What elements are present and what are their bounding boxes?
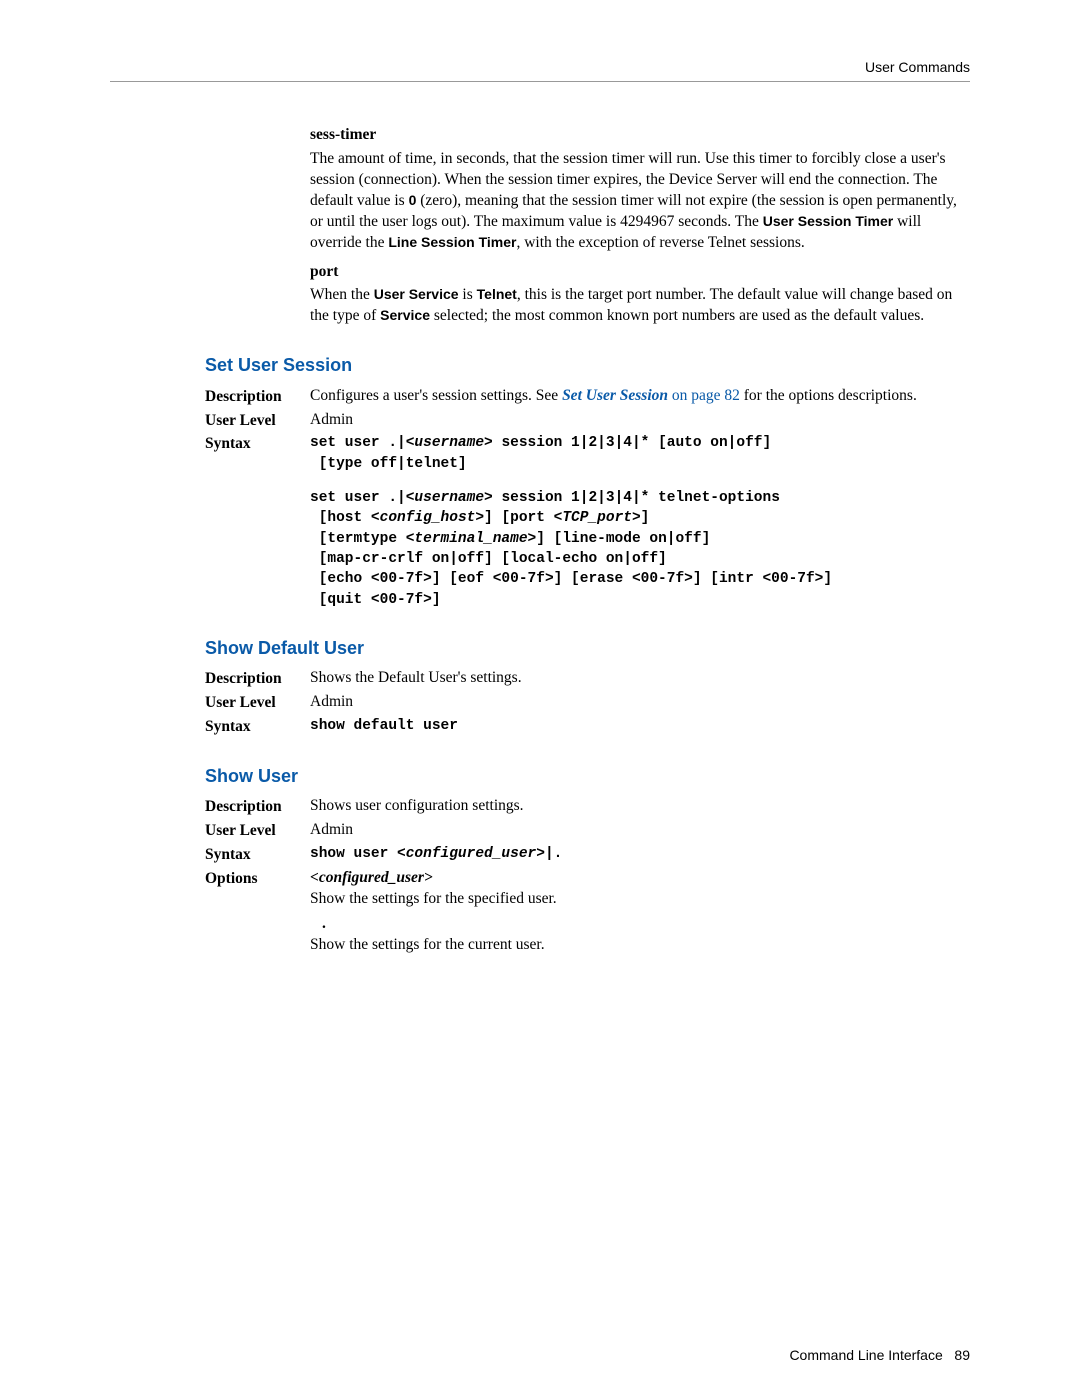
option-name: . bbox=[322, 914, 970, 935]
value-description: Shows the Default User's settings. bbox=[310, 668, 970, 689]
strong-text: User Session Timer bbox=[763, 213, 893, 229]
option-port: port When the User Service is Telnet, th… bbox=[310, 262, 970, 328]
value-user-level: Admin bbox=[310, 410, 970, 431]
text: is bbox=[459, 286, 477, 303]
heading-show-user: Show User bbox=[205, 764, 970, 788]
text: , with the exception of reverse Telnet s… bbox=[516, 234, 804, 251]
label-syntax: Syntax bbox=[205, 844, 310, 866]
label-user-level: User Level bbox=[205, 410, 310, 432]
value-options: <configured_user> Show the settings for … bbox=[310, 868, 970, 956]
value-syntax: set user .|<username> session 1|2|3|4|* … bbox=[310, 433, 970, 609]
spacer bbox=[310, 474, 970, 488]
option-body: When the User Service is Telnet, this is… bbox=[310, 285, 970, 327]
label-description: Description bbox=[205, 668, 310, 690]
cross-ref-link[interactable]: Set User Session bbox=[562, 387, 668, 404]
label-options: Options bbox=[205, 868, 310, 890]
option-text: Show the settings for the specified user… bbox=[310, 889, 970, 910]
option-title: sess-timer bbox=[310, 125, 970, 146]
value-syntax: show user <configured_user>|. bbox=[310, 844, 970, 864]
label-user-level: User Level bbox=[205, 692, 310, 714]
value-syntax: show default user bbox=[310, 716, 970, 736]
strong-text: Telnet bbox=[477, 286, 517, 302]
value-user-level: Admin bbox=[310, 692, 970, 713]
strong-text: User Service bbox=[374, 286, 459, 302]
syntax-code: show default user bbox=[310, 716, 970, 736]
def-table: Description Shows the Default User's set… bbox=[205, 668, 970, 738]
header-chapter: User Commands bbox=[865, 58, 970, 77]
option-body: The amount of time, in seconds, that the… bbox=[310, 149, 970, 254]
text: selected; the most common known port num… bbox=[430, 307, 924, 324]
option-title: port bbox=[310, 262, 970, 283]
option-name: <configured_user> bbox=[310, 868, 970, 889]
syntax-code: show user <configured_user>|. bbox=[310, 844, 970, 864]
option-text: Show the settings for the current user. bbox=[310, 935, 970, 956]
page: User Commands sess-timer The amount of t… bbox=[0, 0, 1080, 1397]
strong-text: Service bbox=[380, 307, 430, 323]
label-syntax: Syntax bbox=[205, 716, 310, 738]
label-user-level: User Level bbox=[205, 820, 310, 842]
footer-page: 89 bbox=[954, 1347, 970, 1363]
def-table: Description Shows user configuration set… bbox=[205, 796, 970, 955]
heading-show-default-user: Show Default User bbox=[205, 636, 970, 660]
label-description: Description bbox=[205, 386, 310, 408]
label-description: Description bbox=[205, 796, 310, 818]
text: for the options descriptions. bbox=[740, 387, 917, 404]
value-user-level: Admin bbox=[310, 820, 970, 841]
heading-set-user-session: Set User Session bbox=[205, 353, 970, 377]
def-table: Description Configures a user's session … bbox=[205, 386, 970, 610]
content-area: sess-timer The amount of time, in second… bbox=[205, 125, 970, 956]
value-description: Configures a user's session settings. Se… bbox=[310, 386, 970, 407]
text: When the bbox=[310, 286, 374, 303]
footer: Command Line Interface 89 bbox=[789, 1346, 970, 1365]
syntax-code-1: set user .|<username> session 1|2|3|4|* … bbox=[310, 433, 970, 474]
label-syntax: Syntax bbox=[205, 433, 310, 455]
strong-text: Line Session Timer bbox=[388, 234, 516, 250]
syntax-code-2: set user .|<username> session 1|2|3|4|* … bbox=[310, 488, 970, 610]
header-rule bbox=[110, 81, 970, 82]
cross-ref-page[interactable]: on page 82 bbox=[668, 387, 740, 404]
option-sess-timer: sess-timer The amount of time, in second… bbox=[310, 125, 970, 254]
text: Configures a user's session settings. Se… bbox=[310, 387, 562, 404]
value-description: Shows user configuration settings. bbox=[310, 796, 970, 817]
footer-title: Command Line Interface bbox=[789, 1347, 942, 1363]
